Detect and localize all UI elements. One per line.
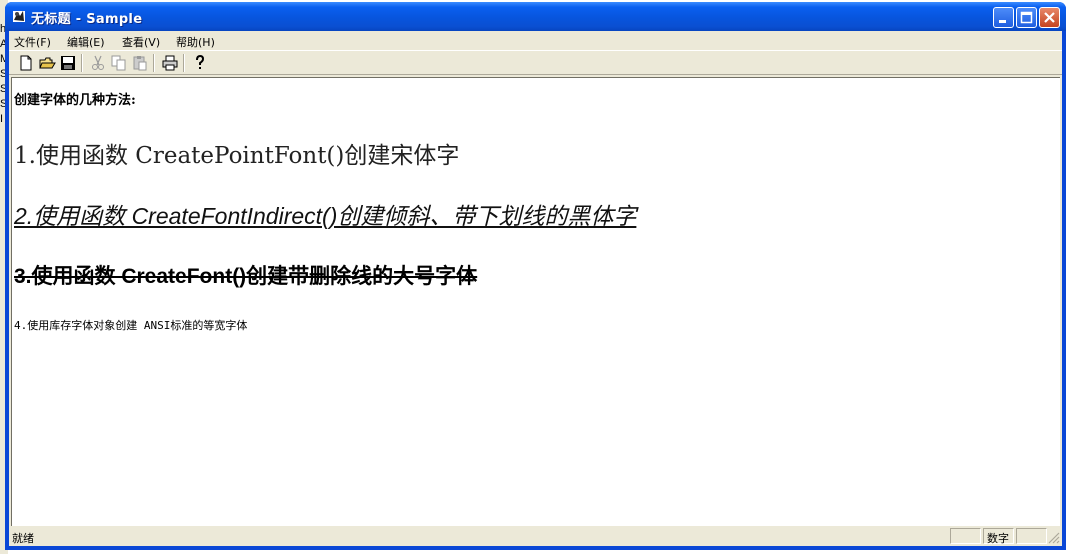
app-icon bbox=[13, 11, 25, 22]
minimize-button[interactable] bbox=[993, 7, 1014, 28]
resize-grip-icon[interactable] bbox=[1048, 532, 1060, 544]
close-button[interactable] bbox=[1039, 7, 1060, 28]
toolbar-separator bbox=[81, 54, 83, 72]
paste-icon[interactable] bbox=[131, 54, 149, 72]
help-icon[interactable] bbox=[191, 54, 209, 72]
minimize-icon bbox=[999, 20, 1006, 23]
status-bar: 就绪 数字 bbox=[9, 526, 1062, 546]
doc-line-point-font: 1.使用函数 CreatePointFont()创建宋体字 bbox=[14, 143, 460, 169]
menu-help[interactable]: 帮助(H) bbox=[176, 34, 215, 50]
window-title: 无标题 - Sample bbox=[31, 12, 143, 27]
save-icon[interactable] bbox=[59, 54, 77, 72]
cut-icon[interactable] bbox=[89, 54, 107, 72]
doc-heading: 创建字体的几种方法: bbox=[14, 93, 136, 108]
maximize-icon bbox=[1020, 11, 1033, 24]
status-text: 就绪 bbox=[12, 532, 34, 545]
status-pane-scroll bbox=[1016, 528, 1047, 544]
copy-icon[interactable] bbox=[110, 54, 128, 72]
open-folder-icon[interactable] bbox=[38, 54, 56, 72]
title-bar[interactable]: 无标题 - Sample bbox=[5, 2, 1066, 31]
status-pane-blank bbox=[950, 528, 981, 544]
menu-edit[interactable]: 编辑(E) bbox=[67, 34, 105, 50]
client-area: 文件(F) 编辑(E) 查看(V) 帮助(H) 创建字体的几种方法: 1.使用函… bbox=[9, 31, 1062, 546]
print-icon[interactable] bbox=[161, 54, 179, 72]
new-file-icon[interactable] bbox=[17, 54, 35, 72]
menu-bar: 文件(F) 编辑(E) 查看(V) 帮助(H) bbox=[9, 31, 1062, 50]
document-view[interactable]: 创建字体的几种方法: 1.使用函数 CreatePointFont()创建宋体字… bbox=[11, 77, 1060, 526]
main-window: 无标题 - Sample 文件(F) 编辑(E) 查看(V) 帮助(H) 创建字… bbox=[5, 2, 1066, 550]
maximize-button[interactable] bbox=[1016, 7, 1037, 28]
status-pane-num: 数字 bbox=[983, 528, 1014, 545]
menu-file[interactable]: 文件(F) bbox=[14, 34, 51, 50]
close-icon bbox=[1044, 12, 1055, 23]
doc-line-font-indirect: 2.使用函数 CreateFontIndirect()创建倾斜、带下划线的黑体字 bbox=[14, 203, 637, 229]
num-lock-indicator: 数字 bbox=[987, 532, 1009, 545]
toolbar-separator bbox=[183, 54, 185, 72]
toolbar bbox=[9, 50, 1062, 75]
doc-line-stock-font: 4.使用库存字体对象创建 ANSI标准的等宽字体 bbox=[14, 319, 248, 332]
toolbar-separator bbox=[153, 54, 155, 72]
doc-line-create-font: 3.使用函数 CreateFont()创建带删除线的大号字体 bbox=[14, 265, 478, 288]
menu-view[interactable]: 查看(V) bbox=[122, 34, 160, 50]
